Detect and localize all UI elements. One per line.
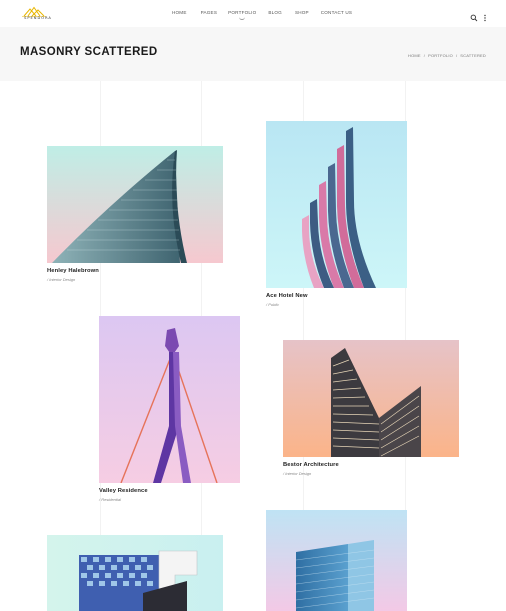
page-title: MASONRY SCATTERED [20,46,158,58]
search-icon[interactable] [470,9,478,22]
nav-home[interactable]: HOME [172,10,187,18]
logo[interactable]: SPENDORA [20,5,56,23]
more-vertical-icon[interactable] [481,9,489,22]
nav-shop[interactable]: SHOP [295,10,309,18]
portfolio-item-category[interactable]: / Interior Design [47,277,223,282]
portfolio-item[interactable] [266,510,407,611]
portfolio-image[interactable] [283,340,459,457]
portfolio-item[interactable]: Valley Residence / Residential [99,316,240,502]
portfolio-item[interactable] [47,535,223,611]
breadcrumb: HOME / PORTFOLIO / SCATTERED [408,53,486,58]
main-nav: HOME PAGES PORTFOLIO BLOG SHOP CONTACT U… [172,10,365,18]
portfolio-item[interactable]: Bestor Architecture / Interior Design [283,340,459,476]
portfolio-item-category[interactable]: / Interior Design [283,471,459,476]
breadcrumb-current: SCATTERED [460,53,486,58]
nav-pages[interactable]: PAGES [201,10,218,18]
portfolio-item-category[interactable]: / Public [266,302,407,307]
portfolio-item-category[interactable]: / Residential [99,497,240,502]
breadcrumb-portfolio[interactable]: PORTFOLIO [428,53,453,58]
portfolio-item-title[interactable]: Bestor Architecture [283,462,459,468]
portfolio-image[interactable] [47,146,223,263]
portfolio-image[interactable] [266,121,407,288]
site-header: SPENDORA HOME PAGES PORTFOLIO BLOG SHOP … [0,0,506,27]
nav-portfolio[interactable]: PORTFOLIO [228,10,256,18]
portfolio-item[interactable]: Ace Hotel New / Public [266,121,407,307]
breadcrumb-separator: / [423,53,426,58]
logo-text: SPENDORA [24,16,52,20]
nav-blog[interactable]: BLOG [268,10,282,18]
portfolio-item-title[interactable]: Ace Hotel New [266,293,407,299]
breadcrumb-separator: / [455,53,458,58]
portfolio-image[interactable] [99,316,240,483]
portfolio-item[interactable]: Henley Halebrown / Interior Design [47,146,223,282]
portfolio-image[interactable] [266,510,407,611]
breadcrumb-home[interactable]: HOME [408,53,421,58]
portfolio-image[interactable] [47,535,223,611]
page-title-bar: MASONRY SCATTERED HOME / PORTFOLIO / SCA… [0,27,506,81]
portfolio-item-title[interactable]: Valley Residence [99,488,240,494]
portfolio-item-title[interactable]: Henley Halebrown [47,268,223,274]
nav-contact-us[interactable]: CONTACT US [321,10,352,18]
